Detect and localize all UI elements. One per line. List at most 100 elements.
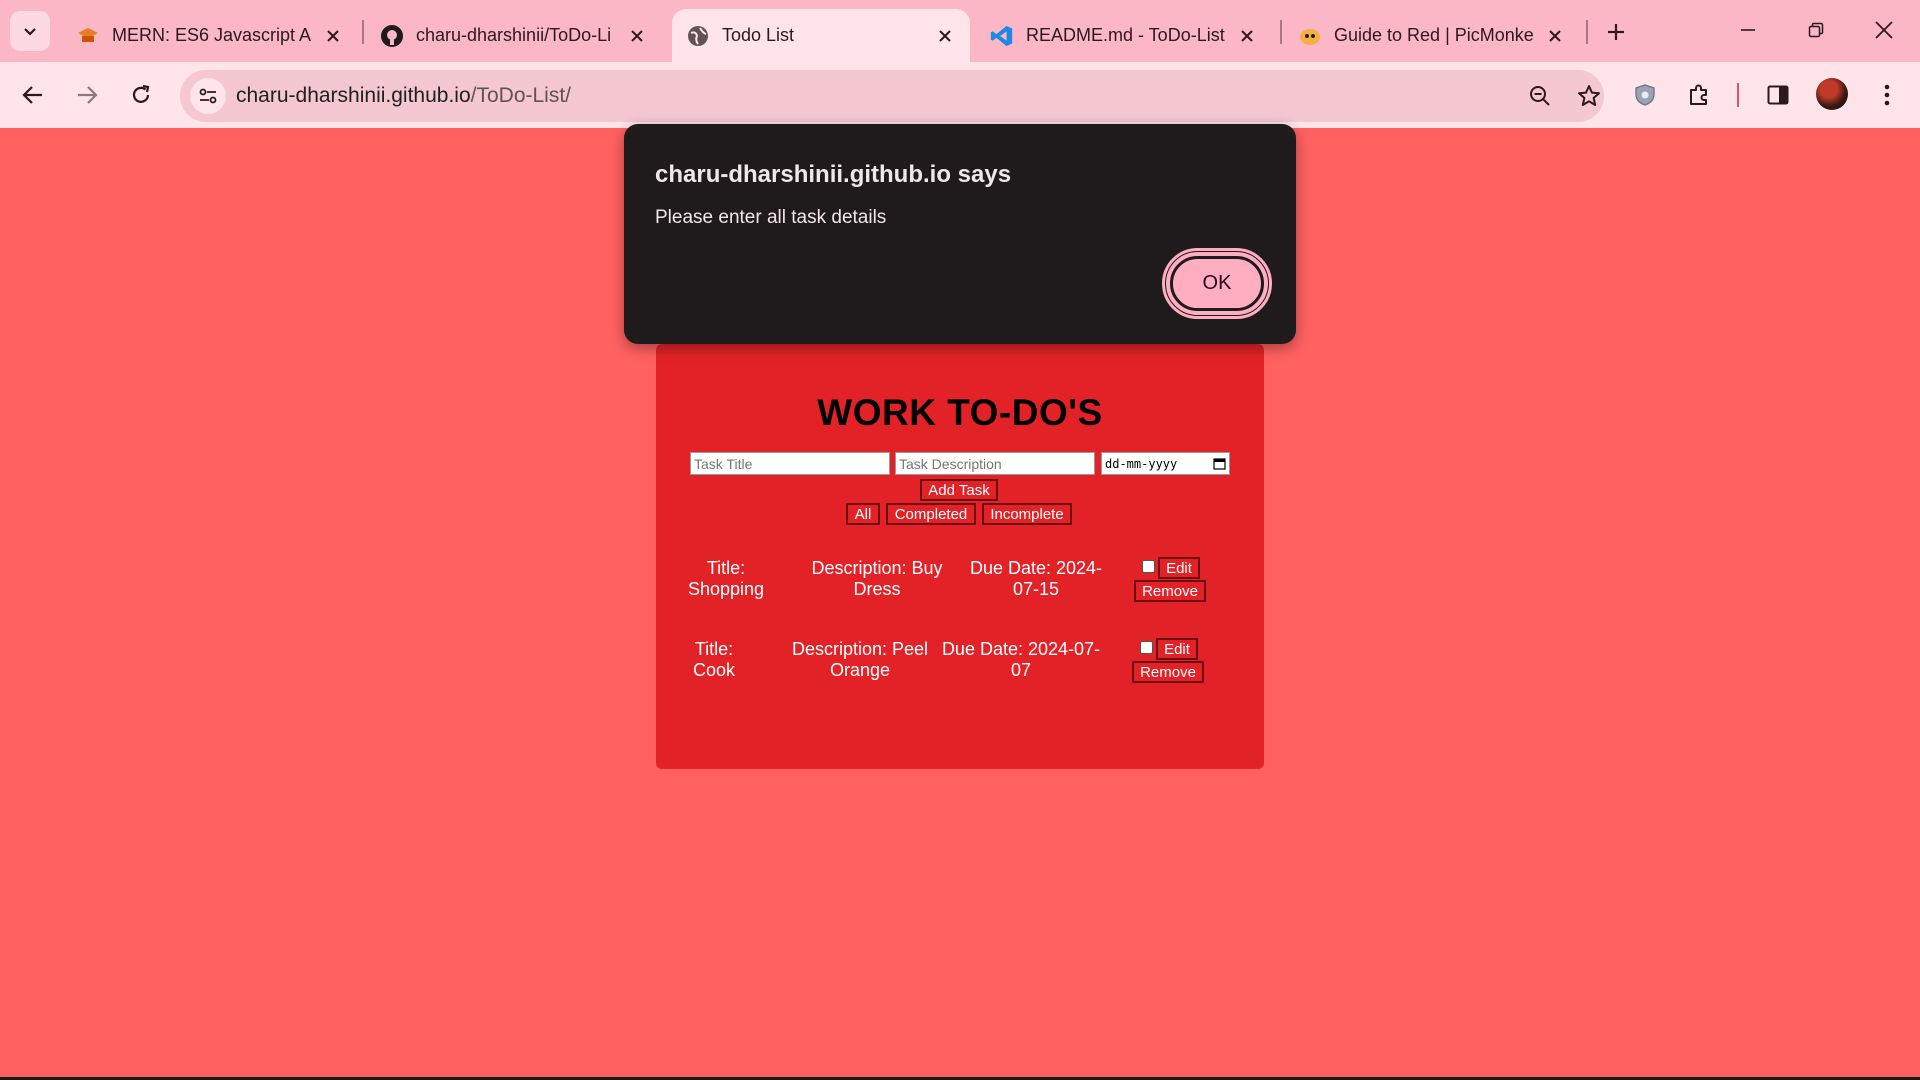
task-description-input[interactable]	[895, 452, 1095, 475]
close-icon[interactable]	[322, 25, 344, 47]
edit-task-button[interactable]: Edit	[1156, 638, 1198, 660]
arrow-left-icon	[22, 86, 42, 104]
task-description-line: Description: Buy	[811, 558, 943, 578]
minimize-icon	[1741, 29, 1755, 31]
tab-title: Guide to Red | PicMonke	[1334, 25, 1534, 45]
task-description: Description: Peel Orange	[780, 639, 940, 681]
side-panel-icon	[1767, 85, 1789, 105]
task-title-value: Shopping	[687, 579, 765, 599]
restore-button[interactable]	[1794, 10, 1838, 50]
tab-picmonkey[interactable]: Guide to Red | PicMonke	[1284, 9, 1580, 62]
close-icon[interactable]	[1236, 25, 1258, 47]
tab-separator	[1280, 20, 1282, 44]
task-title-input[interactable]	[690, 452, 890, 475]
close-window-button[interactable]	[1862, 10, 1906, 50]
task-due-date-line: Due Date: 2024-	[969, 558, 1103, 578]
url-text: charu-dharshinii.github.io/ToDo-List/	[236, 84, 571, 108]
arrow-right-icon	[78, 86, 98, 104]
task-title-value: Cook	[692, 660, 736, 680]
github-icon	[380, 24, 404, 48]
close-icon[interactable]	[934, 25, 956, 47]
close-icon	[1875, 21, 1893, 39]
tab-todo-list[interactable]: Todo List	[672, 9, 970, 62]
filter-all-button[interactable]: All	[846, 503, 880, 525]
browser-chrome: MERN: ES6 Javascript Ass charu-dharshini…	[0, 0, 1920, 128]
plus-icon	[1608, 24, 1624, 40]
task-due-date-line: Due Date: 2024-07-	[941, 639, 1101, 659]
toolbar-divider	[1737, 83, 1739, 107]
back-button[interactable]	[12, 74, 54, 116]
tab-github[interactable]: charu-dharshinii/ToDo-Li	[366, 9, 662, 62]
course-icon	[76, 24, 100, 48]
calendar-icon	[1213, 458, 1226, 470]
bookmark-button[interactable]	[1568, 75, 1610, 117]
tab-title: charu-dharshinii/ToDo-Li	[416, 25, 612, 45]
task-title: Title: Cook	[686, 639, 742, 681]
site-info-icon[interactable]	[190, 78, 226, 114]
close-icon[interactable]	[626, 25, 648, 47]
task-title-label: Title:	[706, 558, 746, 578]
reload-icon	[132, 84, 150, 103]
remove-task-button[interactable]: Remove	[1134, 580, 1206, 602]
date-placeholder: dd-mm-yyyy	[1105, 456, 1178, 471]
task-due-date: Due Date: 2024- 07-15	[956, 558, 1116, 600]
task-title: Title: Shopping	[686, 558, 766, 600]
tab-strip: MERN: ES6 Javascript Ass charu-dharshini…	[0, 0, 1920, 62]
task-due-date: Due Date: 2024-07- 07	[936, 639, 1106, 681]
due-date-input[interactable]: dd-mm-yyyy	[1101, 452, 1230, 475]
url-path: /ToDo-List/	[470, 84, 572, 107]
address-bar[interactable]: charu-dharshinii.github.io/ToDo-List/	[180, 70, 1604, 122]
profile-avatar[interactable]	[1816, 78, 1848, 110]
task-description-line: Description: Peel	[791, 639, 929, 659]
new-tab-button[interactable]	[1598, 14, 1634, 50]
tab-readme[interactable]: README.md - ToDo-List	[976, 9, 1272, 62]
tab-search-button[interactable]	[10, 11, 50, 51]
add-task-button[interactable]: Add Task	[920, 479, 998, 501]
page-title: WORK TO-DO'S	[817, 392, 1103, 433]
ok-button[interactable]: OK	[1166, 252, 1268, 315]
tab-separator	[362, 20, 364, 44]
side-panel-button[interactable]	[1757, 74, 1799, 116]
zoom-button[interactable]	[1519, 75, 1561, 117]
forward-button[interactable]	[66, 74, 108, 116]
task-due-date-line: 07-15	[1012, 579, 1060, 599]
task-complete-checkbox[interactable]	[1142, 560, 1155, 573]
task-complete-checkbox[interactable]	[1140, 641, 1153, 654]
url-host: charu-dharshinii.github.io	[236, 84, 471, 107]
alert-dialog: charu-dharshinii.github.io says Please e…	[624, 124, 1296, 344]
close-icon[interactable]	[1544, 25, 1566, 47]
tab-mern[interactable]: MERN: ES6 Javascript Ass	[62, 9, 358, 62]
menu-button[interactable]	[1866, 74, 1908, 116]
tab-title: README.md - ToDo-List	[1026, 25, 1225, 45]
edit-task-button[interactable]: Edit	[1158, 557, 1200, 579]
more-vert-icon	[1884, 84, 1890, 106]
extension-shield-button[interactable]	[1624, 74, 1666, 116]
tab-separator	[1586, 20, 1588, 44]
task-description-line: Dress	[853, 579, 901, 599]
task-description: Description: Buy Dress	[802, 558, 952, 600]
tab-title: MERN: ES6 Javascript Ass	[112, 25, 312, 45]
globe-icon	[686, 24, 710, 48]
task-description-line: Orange	[829, 660, 891, 680]
picmonkey-icon	[1298, 24, 1322, 48]
vscode-icon	[990, 24, 1014, 48]
filter-completed-button[interactable]: Completed	[886, 503, 976, 525]
reload-button[interactable]	[120, 74, 162, 116]
browser-toolbar: charu-dharshinii.github.io/ToDo-List/	[0, 62, 1920, 128]
dialog-title: charu-dharshinii.github.io says	[655, 161, 1012, 188]
task-due-date-line: 07	[1010, 660, 1032, 680]
chevron-down-icon	[24, 28, 36, 36]
extensions-button[interactable]	[1678, 74, 1720, 116]
puzzle-icon	[1690, 84, 1707, 105]
todo-card: WORK TO-DO'S dd-mm-yyyy Add Task All Com…	[656, 344, 1264, 769]
restore-icon	[1808, 22, 1824, 38]
zoom-out-icon	[1530, 86, 1550, 106]
filter-incomplete-button[interactable]: Incomplete	[982, 503, 1072, 525]
star-icon	[1578, 85, 1600, 106]
tab-title: Todo List	[722, 25, 795, 45]
remove-task-button[interactable]: Remove	[1132, 661, 1204, 683]
dialog-message: Please enter all task details	[655, 207, 887, 228]
task-title-label: Title:	[694, 639, 734, 659]
minimize-button[interactable]	[1726, 10, 1770, 50]
shield-icon	[1635, 84, 1655, 106]
